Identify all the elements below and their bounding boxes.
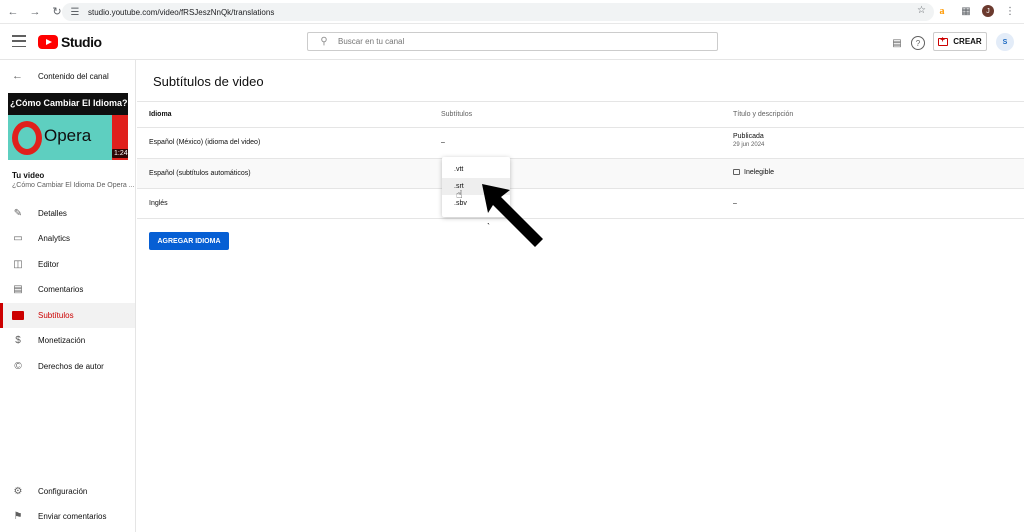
annotation-arrow-icon bbox=[482, 184, 543, 247]
dollar-icon: $ bbox=[15, 335, 21, 346]
logo-text: Studio bbox=[61, 34, 102, 50]
format-option-vtt[interactable]: .vtt bbox=[442, 161, 510, 178]
thumbnail-title: ¿Cómo Cambiar El Idioma? bbox=[10, 98, 128, 108]
title-cell: Inelegible bbox=[733, 169, 774, 176]
sidebar-item-label: Detalles bbox=[38, 209, 67, 218]
hand-pointer-icon: ☝ bbox=[456, 189, 463, 201]
sidebar-item-detalles[interactable]: ✎ Detalles bbox=[0, 201, 135, 226]
subtitles-cell: – bbox=[441, 139, 445, 146]
gear-icon: ⚙ bbox=[13, 486, 23, 497]
video-name: ¿Cómo Cambiar El Idioma De Opera ... bbox=[12, 182, 135, 189]
annotation-tick: ` bbox=[487, 222, 490, 232]
subtitles-icon bbox=[12, 310, 24, 322]
table-header: Idioma Subtítulos Título y descripción bbox=[137, 101, 1024, 127]
menu-icon[interactable] bbox=[12, 35, 26, 47]
title-cell: Publicada 29 jun 2024 bbox=[733, 133, 764, 148]
sidebar-item-label: Configuración bbox=[38, 487, 88, 496]
sidebar-item-label: Derechos de autor bbox=[38, 362, 104, 371]
table-row[interactable]: Español (México) (idioma del video) – Pu… bbox=[137, 127, 1024, 158]
sidebar-item-label: Enviar comentarios bbox=[38, 512, 107, 521]
back-icon[interactable]: ← bbox=[4, 3, 22, 21]
languages-table: Idioma Subtítulos Título y descripción E… bbox=[137, 101, 1024, 219]
sidebar-item-label: Comentarios bbox=[38, 285, 84, 294]
url-text: studio.youtube.com/video/fRSJeszNnQk/tra… bbox=[88, 7, 275, 17]
analytics-icon: ▭ bbox=[13, 233, 23, 244]
sidebar-item-label: Subtítulos bbox=[38, 311, 74, 320]
duration-badge: 1:24 bbox=[112, 149, 128, 158]
create-label: CREAR bbox=[953, 37, 982, 46]
report-icon[interactable]: ▤ bbox=[890, 36, 904, 50]
column-header-subtitulos: Subtítulos bbox=[441, 111, 473, 118]
title-date: 29 jun 2024 bbox=[733, 142, 765, 148]
page-title: Subtítulos de video bbox=[153, 74, 264, 89]
thumbnail-brand: Opera bbox=[44, 126, 92, 145]
profile-avatar[interactable]: J bbox=[982, 5, 994, 17]
create-button[interactable]: CREAR bbox=[933, 32, 987, 51]
pencil-icon: ✎ bbox=[13, 208, 23, 219]
sidebar-item-derechos[interactable]: © Derechos de autor bbox=[0, 354, 135, 379]
back-label: Contenido del canal bbox=[38, 71, 109, 81]
video-thumbnail[interactable]: ¿Cómo Cambiar El Idioma? Opera 1:24 bbox=[8, 93, 128, 160]
language-cell: Inglés bbox=[149, 200, 168, 207]
copyright-icon: © bbox=[14, 361, 22, 372]
title-status: Inelegible bbox=[744, 169, 774, 176]
site-info-icon[interactable]: ☰ bbox=[68, 5, 82, 19]
arrow-left-icon: ← bbox=[12, 70, 23, 82]
browser-toolbar: ← → ↻ ☰ studio.youtube.com/video/fRSJesz… bbox=[0, 0, 1024, 24]
main-content: Subtítulos de video Idioma Subtítulos Tí… bbox=[137, 60, 1024, 532]
sidebar-item-comentarios[interactable]: ▤ Comentarios bbox=[0, 277, 135, 302]
sidebar-item-analytics[interactable]: ▭ Analytics bbox=[0, 226, 135, 251]
sidebar-item-monetizacion[interactable]: $ Monetización bbox=[0, 328, 135, 353]
language-cell: Español (subtítulos automáticos) bbox=[149, 170, 251, 177]
search-icon[interactable]: ⚲ bbox=[314, 36, 334, 47]
star-icon[interactable]: ☆ bbox=[917, 5, 926, 16]
language-cell: Español (México) (idioma del video) bbox=[149, 139, 261, 146]
editor-icon: ◫ bbox=[13, 259, 23, 270]
table-row[interactable]: Español (subtítulos automáticos) Inelegi… bbox=[137, 158, 1024, 188]
add-language-button[interactable]: AGREGAR IDIOMA bbox=[149, 232, 229, 250]
address-bar[interactable]: ☰ studio.youtube.com/video/fRSJeszNnQk/t… bbox=[62, 3, 934, 21]
sidebar-item-editor[interactable]: ◫ Editor bbox=[0, 252, 135, 277]
studio-header: Studio ⚲ ▤ ? CREAR S bbox=[0, 24, 1024, 60]
opera-logo-icon bbox=[12, 121, 42, 155]
your-video-label: Tu video bbox=[12, 171, 45, 180]
youtube-play-icon bbox=[38, 35, 58, 49]
title-status: – bbox=[733, 200, 737, 207]
back-to-content[interactable]: ← Contenido del canal bbox=[12, 70, 109, 82]
sidebar-item-enviar-comentarios[interactable]: ⚑ Enviar comentarios bbox=[0, 504, 135, 529]
sidebar-item-configuracion[interactable]: ⚙ Configuración bbox=[0, 479, 135, 504]
comments-icon: ▤ bbox=[13, 284, 23, 295]
create-video-icon bbox=[938, 35, 949, 46]
studio-logo[interactable]: Studio bbox=[38, 34, 102, 50]
sidebar: ← Contenido del canal ¿Cómo Cambiar El I… bbox=[0, 60, 136, 532]
sidebar-item-label: Editor bbox=[38, 260, 59, 269]
feedback-icon: ⚑ bbox=[13, 511, 23, 522]
search-input[interactable] bbox=[338, 37, 698, 46]
lock-icon bbox=[733, 169, 740, 175]
sidebar-item-subtitulos[interactable]: Subtítulos bbox=[0, 303, 135, 328]
column-header-titulo: Título y descripción bbox=[733, 111, 794, 118]
more-icon[interactable]: ⋮ bbox=[1002, 3, 1018, 19]
sidebar-item-label: Monetización bbox=[38, 336, 86, 345]
column-header-idioma: Idioma bbox=[149, 111, 172, 118]
help-icon[interactable]: ? bbox=[911, 36, 925, 50]
channel-avatar[interactable]: S bbox=[996, 33, 1014, 51]
search-box[interactable]: ⚲ bbox=[307, 32, 718, 51]
title-status: Publicada bbox=[733, 133, 764, 140]
table-row[interactable]: Inglés – bbox=[137, 188, 1024, 219]
extensions-icon[interactable]: ▦ bbox=[958, 3, 974, 19]
forward-icon[interactable]: → bbox=[26, 3, 44, 21]
amazon-extension-icon[interactable]: a bbox=[934, 3, 950, 19]
sidebar-item-label: Analytics bbox=[38, 234, 71, 243]
